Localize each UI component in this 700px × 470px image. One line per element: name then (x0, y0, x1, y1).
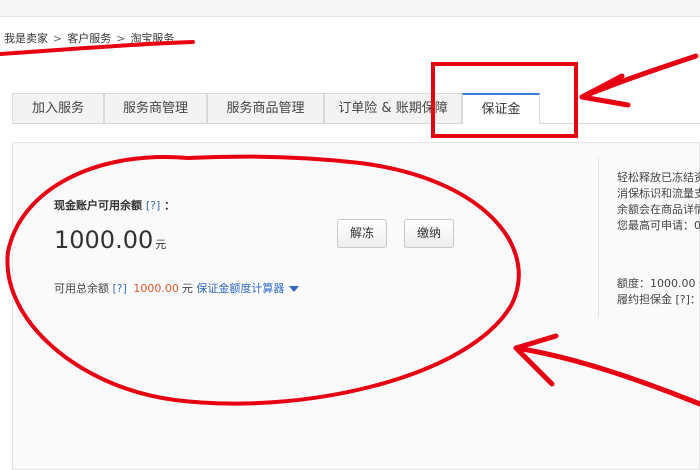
annotation-arrow-top (579, 53, 699, 108)
annotation-underline (0, 40, 195, 56)
annotation-box (431, 62, 578, 138)
annotation-arrow-bottom (513, 333, 700, 407)
annotation-ellipse (5, 154, 521, 406)
red-annotation-overlay (0, 40, 700, 407)
